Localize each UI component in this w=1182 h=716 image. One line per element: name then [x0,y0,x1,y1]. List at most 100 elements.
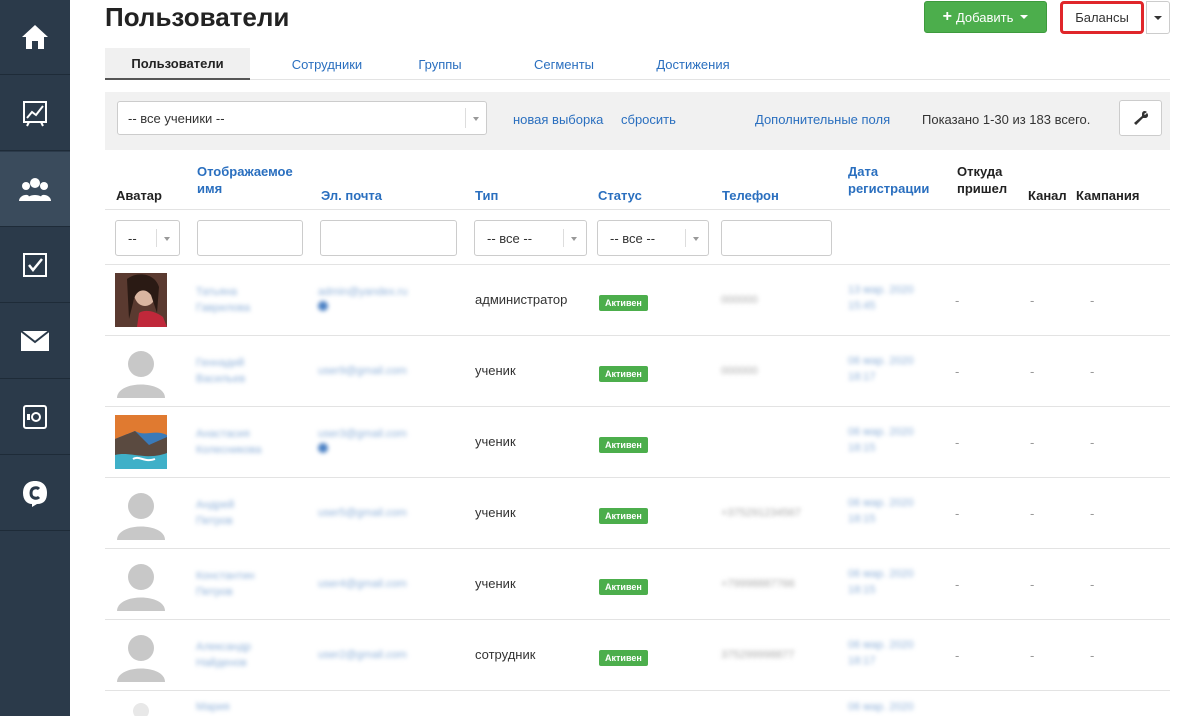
status-filter-select[interactable]: -- все -- [597,220,709,256]
chevron-down-icon [164,237,170,241]
user-name[interactable]: Мария [196,699,230,715]
table-row[interactable]: Мария 06 мар. 2020 [105,690,1170,716]
user-name[interactable]: Константин Петров [196,568,254,600]
chevron-down-icon [473,117,479,121]
chart-icon [23,101,47,127]
tasks-icon [23,253,47,277]
col-display-name-2[interactable]: имя [197,180,222,197]
reg-date: 13 мар. 2020 15:45 [848,284,914,312]
source: - [955,577,960,592]
balances-dropdown-toggle[interactable] [1146,1,1170,34]
user-name[interactable]: Анастасия Колесникова [196,426,261,458]
col-reg-date-1[interactable]: Дата [848,163,878,180]
col-type[interactable]: Тип [475,187,498,204]
user-phone: 000000 [721,365,758,377]
chevron-down-icon [693,237,699,241]
status-badge: Активен [599,579,648,595]
user-email[interactable]: admin@yandex.ru [318,284,407,316]
tab-groups[interactable]: Группы [405,48,475,80]
campaign: - [1090,293,1095,308]
reg-date: 06 мар. 2020 18:15 [848,497,914,525]
balances-button[interactable]: Балансы [1060,1,1144,34]
sidebar-item-chat[interactable] [0,456,70,531]
col-email[interactable]: Эл. почта [321,187,382,204]
user-email[interactable]: user4@gmail.com [318,576,407,592]
col-source-2: пришел [957,181,1008,196]
mail-icon [20,330,50,351]
selection-value: -- все ученики -- [128,110,225,126]
col-status[interactable]: Статус [598,187,642,204]
campaign: - [1090,435,1095,450]
selection-select[interactable]: -- все ученики -- [117,101,487,135]
avatar [117,635,165,682]
status-badge: Активен [599,650,648,666]
source: - [955,506,960,521]
table-row[interactable]: Анастасия Колесникова user3@gmail.com уче… [105,406,1170,477]
sidebar-item-reports[interactable] [0,76,70,151]
source: - [955,293,960,308]
avatar [117,564,165,611]
avatar [115,273,167,327]
tab-users[interactable]: Пользователи [105,48,250,80]
user-email[interactable]: user3@gmail.com [318,426,407,458]
user-name[interactable]: Татьяна Гаврилова [196,284,250,316]
new-selection-link[interactable]: новая выборка [513,112,603,127]
user-phone: 375299998877 [721,649,795,661]
sidebar-item-tasks[interactable] [0,228,70,303]
user-email[interactable]: user9@gmail.com [318,363,407,379]
user-type: ученик [475,505,516,520]
chevron-down-icon [571,237,577,241]
col-display-name-1[interactable]: Отображаемое [197,163,293,180]
avatar-filter-value: -- [128,230,137,246]
user-phone: +375291234567 [721,507,801,519]
type-filter-value: -- все -- [487,230,533,246]
col-phone[interactable]: Телефон [722,187,779,204]
sidebar-item-home[interactable] [0,0,70,75]
reg-date: 06 мар. 2020 [848,701,914,713]
source: - [955,364,960,379]
tab-segments[interactable]: Сегменты [519,48,609,80]
table-row[interactable]: Татьяна Гаврилова admin@yandex.ru админис… [105,264,1170,335]
add-button[interactable]: + Добавить [924,1,1047,33]
tab-employees[interactable]: Сотрудники [272,48,382,80]
sidebar-item-mail[interactable] [0,304,70,379]
plus-icon: + [942,8,952,25]
campaign: - [1090,364,1095,379]
phone-filter-input[interactable] [721,220,832,256]
reg-date: 06 мар. 2020 18:17 [848,639,914,667]
table-row[interactable]: Александр Найденов user2@gmail.com сотруд… [105,619,1170,690]
table-row[interactable]: Андрей Петров user5@gmail.com ученик Акти… [105,477,1170,548]
user-name[interactable]: Андрей Петров [196,497,234,529]
users-icon [19,178,51,201]
col-source-1: Откуда [957,164,1003,179]
type-filter-select[interactable]: -- все -- [474,220,587,256]
name-filter-input[interactable] [197,220,303,256]
user-name[interactable]: Александр Найденов [196,639,251,671]
avatar-filter-select[interactable]: -- [115,220,180,256]
sidebar-item-users[interactable] [0,152,70,227]
shown-count: Показано 1-30 из 183 всего. [922,112,1091,127]
status-badge: Активен [599,366,648,382]
user-name[interactable]: Геннадий Васильев [196,355,245,387]
user-email[interactable]: user5@gmail.com [318,505,407,521]
add-button-label: Добавить [955,9,1014,25]
sidebar-item-sales[interactable] [0,380,70,455]
reg-date: 06 мар. 2020 18:15 [848,568,914,596]
settings-button[interactable] [1119,100,1162,136]
chevron-down-icon [1020,15,1029,19]
user-email[interactable]: user2@gmail.com [318,647,407,663]
status-filter-value: -- все -- [610,230,656,246]
extra-fields-link[interactable]: Дополнительные поля [755,112,890,127]
avatar [117,493,165,540]
table-row[interactable]: Константин Петров user4@gmail.com ученик … [105,548,1170,619]
tab-achievements[interactable]: Достижения [643,48,743,80]
col-reg-date-2[interactable]: регистрации [848,180,929,197]
reset-link[interactable]: сбросить [621,112,676,127]
email-filter-input[interactable] [320,220,457,256]
wrench-icon [1133,110,1148,125]
user-type: администратор [475,292,568,307]
table-row[interactable]: Геннадий Васильев user9@gmail.com ученик … [105,335,1170,406]
safe-icon [23,405,47,429]
channel: - [1030,506,1035,521]
status-badge: Активен [599,295,648,311]
